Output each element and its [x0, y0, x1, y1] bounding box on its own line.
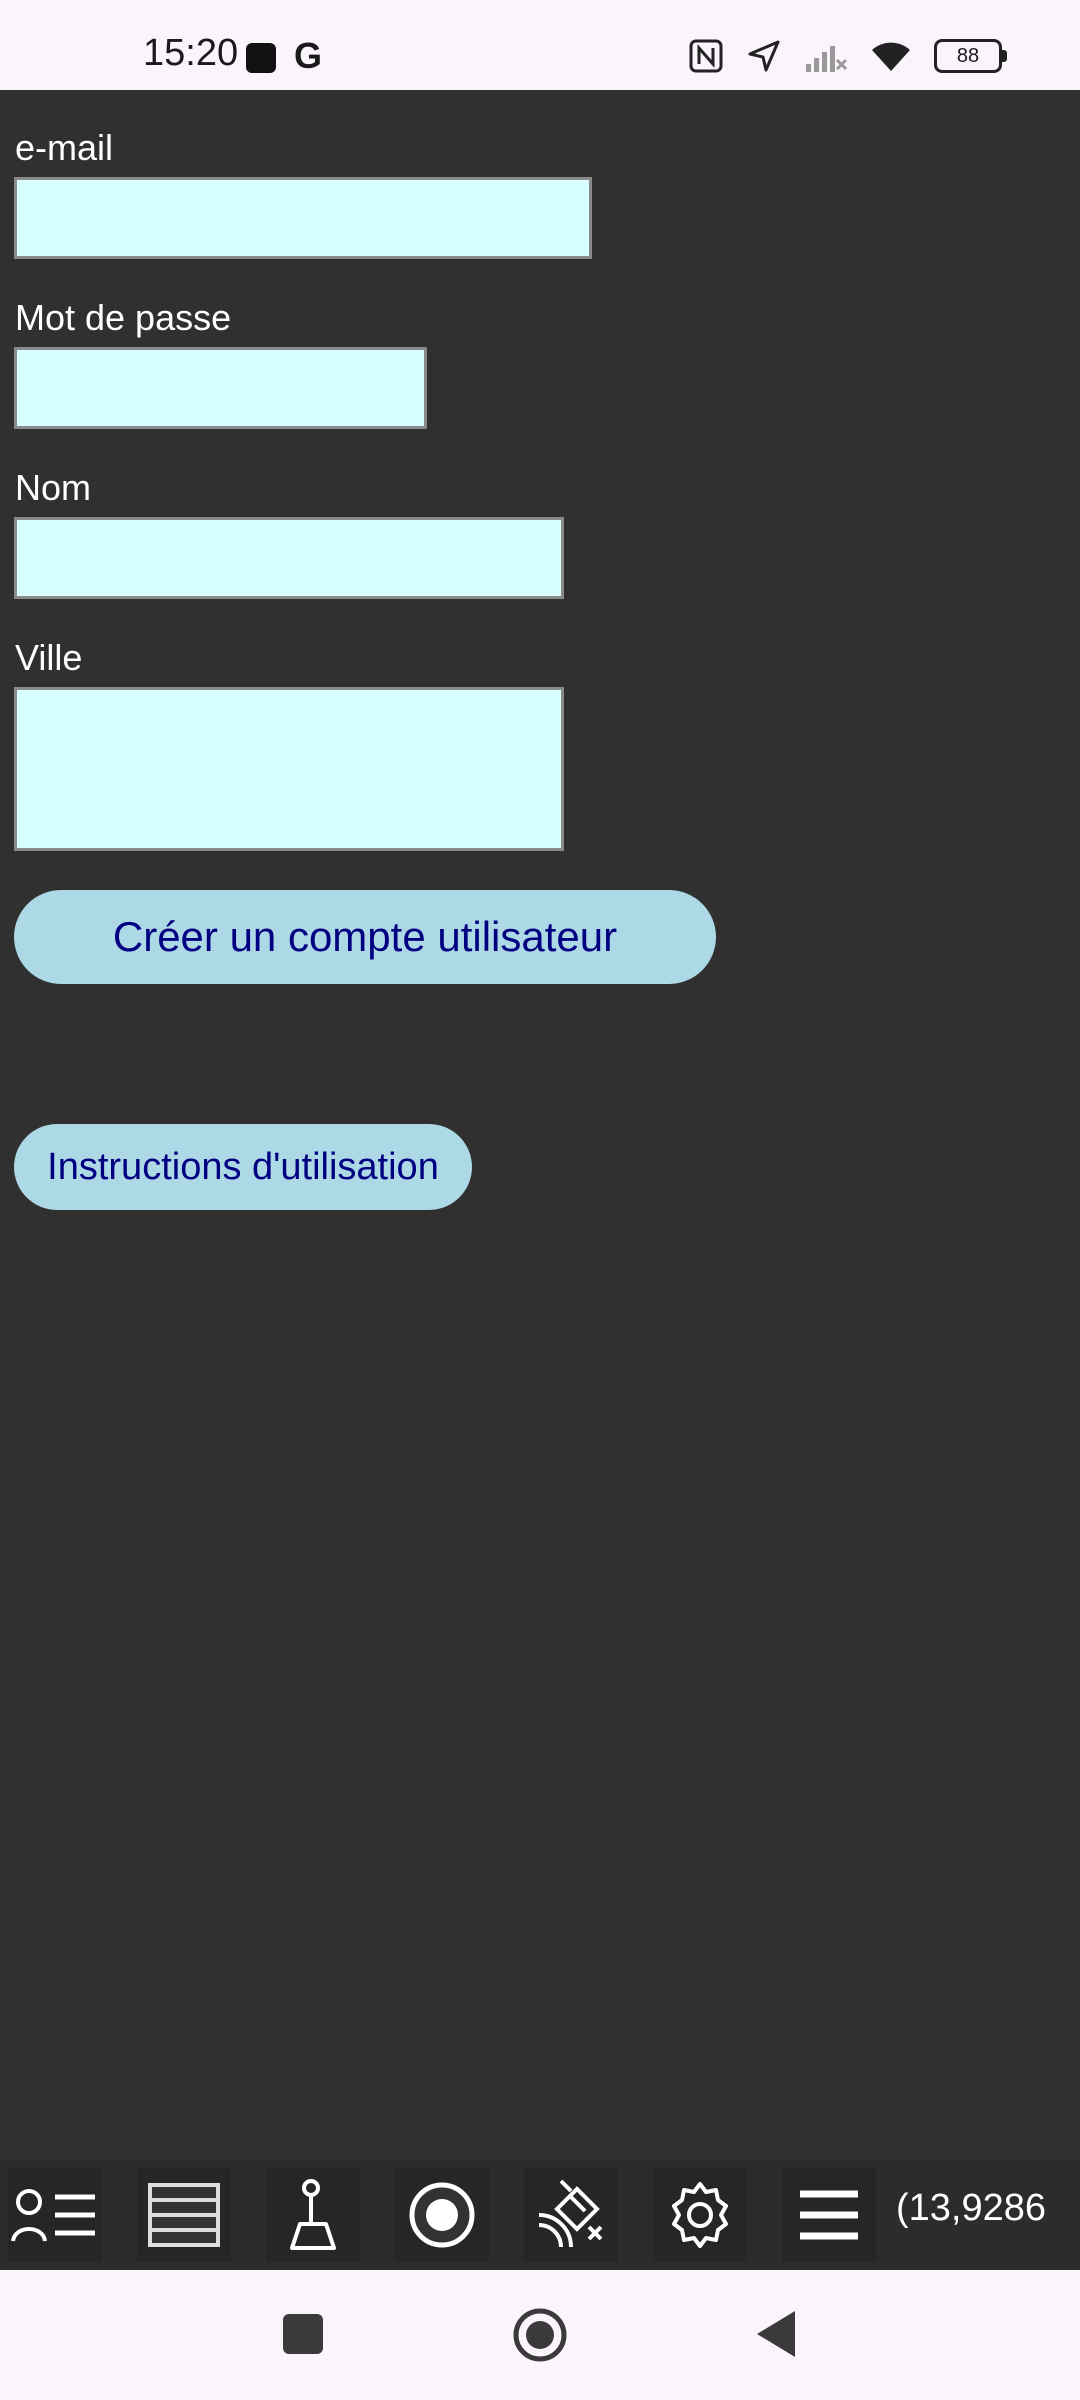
- google-icon: G: [294, 35, 323, 76]
- nfc-icon: [689, 39, 723, 73]
- wifi-icon: [872, 42, 910, 71]
- home-button[interactable]: [512, 2307, 568, 2363]
- map-pin-icon: [290, 2179, 336, 2250]
- user-list-button[interactable]: [8, 2168, 102, 2262]
- location-arrow-icon: [748, 40, 780, 72]
- coordinate-readout: (13,9286: [896, 2187, 1047, 2229]
- user-list-icon: [11, 2189, 95, 2242]
- settings-button[interactable]: [653, 2168, 747, 2262]
- gear-icon: [672, 2182, 728, 2248]
- record-button[interactable]: [395, 2168, 489, 2262]
- email-label: e-mail: [15, 127, 114, 168]
- name-input[interactable]: [14, 517, 564, 599]
- list-icon: [148, 2183, 220, 2247]
- signal-icon: [806, 46, 848, 72]
- table-view-button[interactable]: [137, 2168, 231, 2262]
- map-pin-button[interactable]: [266, 2168, 360, 2262]
- city-input[interactable]: [14, 687, 564, 851]
- instructions-button[interactable]: Instructions d'utilisation: [14, 1124, 472, 1210]
- gps-button[interactable]: [524, 2168, 618, 2262]
- password-input[interactable]: [14, 347, 427, 429]
- record-icon: [409, 2182, 475, 2248]
- satellite-icon: [538, 2179, 603, 2248]
- status-time: 15:20: [143, 32, 239, 74]
- menu-button[interactable]: [782, 2168, 876, 2262]
- battery-icon: 88: [934, 39, 1007, 73]
- menu-icon: [800, 2190, 858, 2240]
- recent-apps-button[interactable]: [283, 2314, 323, 2354]
- email-input[interactable]: [14, 177, 592, 259]
- name-label: Nom: [15, 467, 92, 508]
- create-account-button[interactable]: Créer un compte utilisateur: [14, 890, 716, 984]
- status-bar: 15:20 G 88: [0, 0, 1080, 90]
- password-label: Mot de passe: [15, 297, 232, 338]
- back-button[interactable]: [755, 2309, 797, 2359]
- notification-app-icon: [246, 43, 276, 73]
- city-label: Ville: [15, 637, 83, 678]
- status-icons: 88: [688, 38, 1007, 74]
